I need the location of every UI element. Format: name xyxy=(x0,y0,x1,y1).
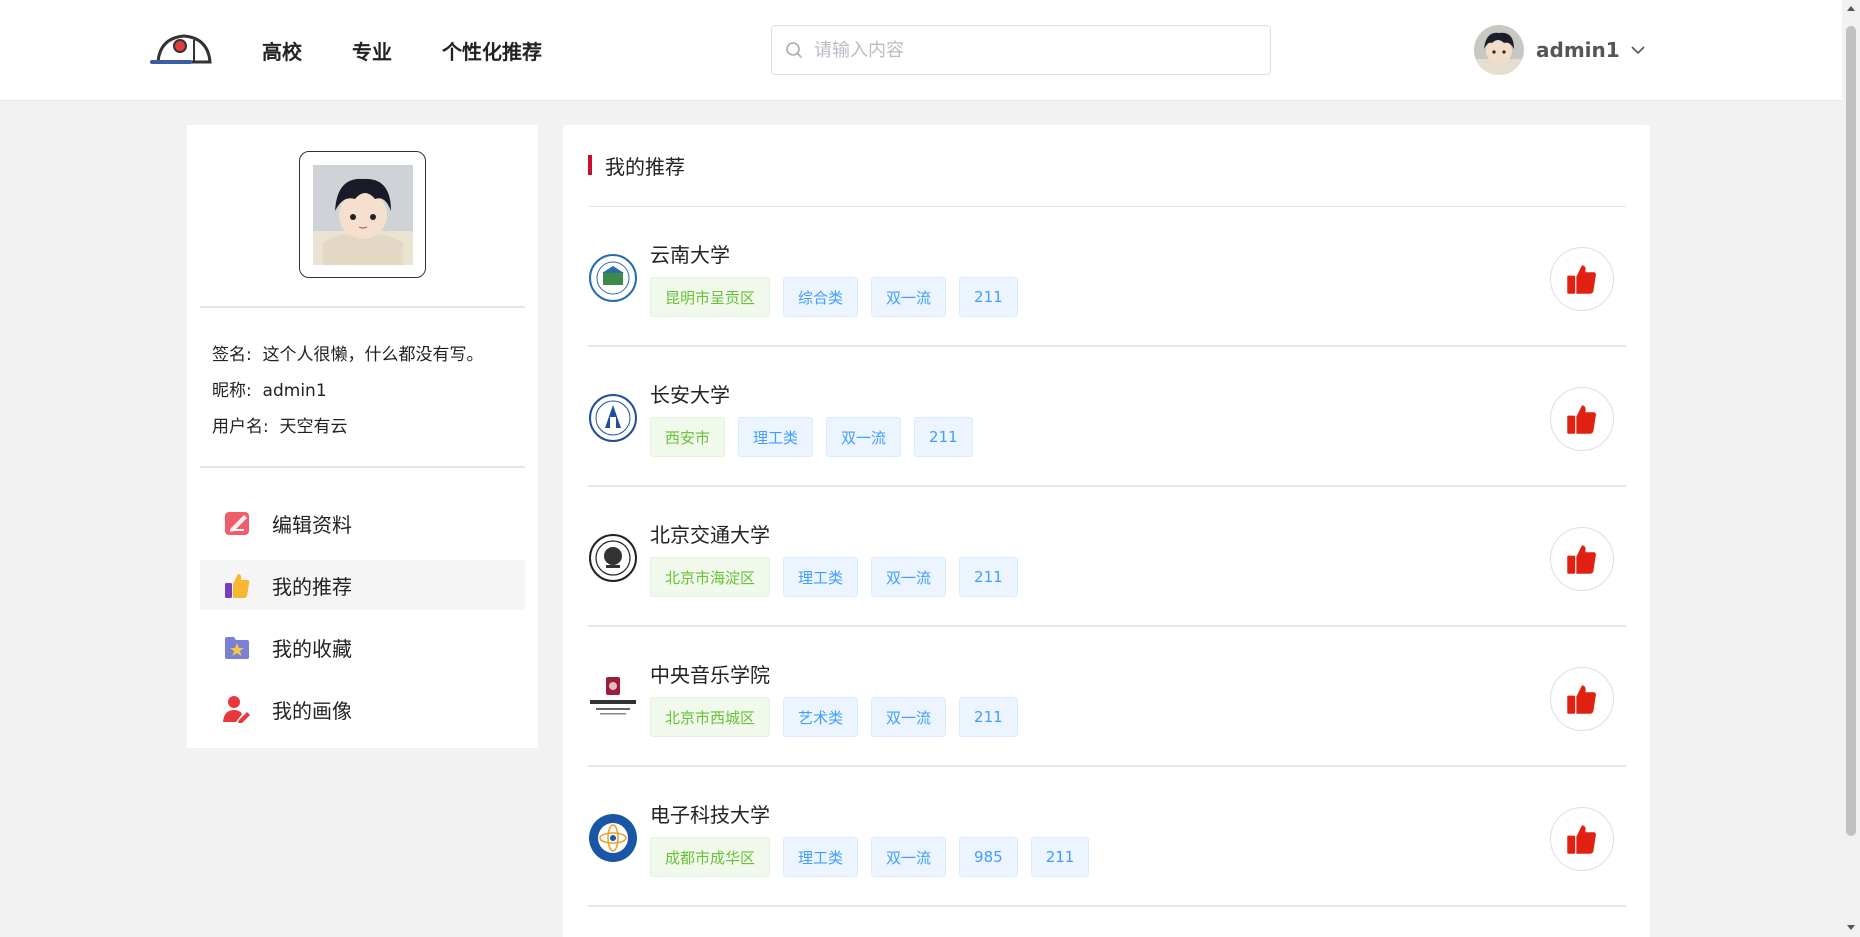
thumbs-up-icon xyxy=(1567,685,1596,714)
tag-list: 北京市海淀区 理工类 双一流 211 xyxy=(650,557,1018,597)
like-button[interactable] xyxy=(1550,387,1614,451)
type-tag: 理工类 xyxy=(738,417,814,457)
list-item[interactable]: 北京交通大学 北京市海淀区 理工类 双一流 211 xyxy=(588,487,1626,627)
divider xyxy=(200,466,525,468)
university-name[interactable]: 中央音乐学院 xyxy=(650,659,770,688)
university-name[interactable]: 云南大学 xyxy=(650,239,730,268)
top-header: 高校 专业 个性化推荐 admin1 xyxy=(0,0,1842,101)
menu-edit-profile[interactable]: 编辑资料 xyxy=(200,498,525,548)
level-tag: 211 xyxy=(959,277,1018,317)
location-tag: 昆明市呈贡区 xyxy=(650,277,771,317)
menu-label: 我的推荐 xyxy=(272,574,352,599)
university-name[interactable]: 北京交通大学 xyxy=(650,519,770,548)
like-button[interactable] xyxy=(1550,527,1614,591)
list-item[interactable]: 云南大学 昆明市呈贡区 综合类 双一流 211 xyxy=(588,207,1626,347)
university-logo-icon xyxy=(589,254,637,302)
type-tag: 理工类 xyxy=(783,557,859,597)
tag-list: 北京市西城区 艺术类 双一流 211 xyxy=(650,697,1018,737)
nickname-value: admin1 xyxy=(262,381,327,401)
level-tag: 双一流 xyxy=(871,557,947,597)
user-menu[interactable]: admin1 xyxy=(1474,25,1646,75)
university-name[interactable]: 电子科技大学 xyxy=(650,799,770,828)
username-value: 天空有云 xyxy=(279,417,348,437)
level-tag: 双一流 xyxy=(826,417,902,457)
username-label: 用户名: xyxy=(212,417,269,437)
level-tag: 双一流 xyxy=(871,277,947,317)
signature-value: 这个人很懒，什么都没有写。 xyxy=(262,345,484,365)
level-tag: 211 xyxy=(1030,837,1090,877)
tag-list: 西安市 理工类 双一流 211 xyxy=(650,417,973,457)
location-tag: 西安市 xyxy=(650,417,726,457)
nav-personal-recommend[interactable]: 个性化推荐 xyxy=(442,36,542,65)
page-scrollbar[interactable] xyxy=(1842,0,1860,937)
tag-list: 昆明市呈贡区 综合类 双一流 211 xyxy=(650,277,1018,317)
list-item[interactable]: 电子科技大学 成都市成华区 理工类 双一流 985 211 xyxy=(588,767,1626,907)
search-input[interactable] xyxy=(814,39,1254,61)
university-logo-icon xyxy=(590,677,636,715)
recommend-panel: 我的推荐 云南大学 昆明市呈贡区 综合类 双一流 211 长安大学 西安市 理工… xyxy=(563,125,1650,937)
main-nav: 高校 专业 个性化推荐 xyxy=(262,0,542,101)
menu-my-favorites[interactable]: 我的收藏 xyxy=(200,622,525,672)
menu-label: 编辑资料 xyxy=(272,512,352,537)
thumbs-up-icon xyxy=(1567,405,1596,434)
thumbs-up-icon xyxy=(1567,825,1596,854)
nickname-label: 昵称: xyxy=(212,381,252,401)
logo-cap-icon[interactable] xyxy=(150,28,214,68)
signature-label: 签名: xyxy=(212,345,252,365)
like-button[interactable] xyxy=(1550,807,1614,871)
search-box[interactable] xyxy=(771,25,1271,75)
type-tag: 综合类 xyxy=(783,277,859,317)
favorite-folder-icon xyxy=(225,637,249,659)
menu-my-recommend[interactable]: 我的推荐 xyxy=(200,560,525,610)
tag-list: 成都市成华区 理工类 双一流 985 211 xyxy=(650,837,1090,877)
menu-label: 我的画像 xyxy=(272,698,352,723)
profile-avatar[interactable] xyxy=(299,151,426,278)
edit-icon xyxy=(225,512,249,535)
user-profile-icon xyxy=(223,696,250,723)
menu-label: 我的收藏 xyxy=(272,636,352,661)
profile-sidebar: 签名: 这个人很懒，什么都没有写。 昵称: admin1 用户名: 天空有云 编… xyxy=(187,125,538,748)
type-tag: 艺术类 xyxy=(783,697,859,737)
menu-my-portrait[interactable]: 我的画像 xyxy=(200,684,525,734)
like-button[interactable] xyxy=(1550,247,1614,311)
level-tag: 211 xyxy=(959,697,1018,737)
level-tag: 985 xyxy=(959,837,1018,877)
location-tag: 北京市海淀区 xyxy=(650,557,771,597)
level-tag: 双一流 xyxy=(871,697,947,737)
username-line: 用户名: 天空有云 xyxy=(212,412,348,437)
recommend-list: 云南大学 昆明市呈贡区 综合类 双一流 211 长安大学 西安市 理工类 双一流… xyxy=(588,207,1626,907)
avatar[interactable] xyxy=(1474,25,1524,75)
search-icon xyxy=(786,42,802,58)
university-logo-icon xyxy=(589,814,637,862)
thumbs-up-icon xyxy=(225,574,250,598)
level-tag: 211 xyxy=(959,557,1018,597)
scrollbar-thumb[interactable] xyxy=(1846,26,1856,836)
university-logo-icon xyxy=(589,534,637,582)
list-item[interactable]: 中央音乐学院 北京市西城区 艺术类 双一流 211 xyxy=(588,627,1626,767)
scroll-up-arrow-icon[interactable] xyxy=(1846,4,1856,14)
profile-menu: 编辑资料 我的推荐 我的收藏 我的画像 xyxy=(200,498,525,746)
section-title: 我的推荐 xyxy=(588,153,685,179)
scroll-down-arrow-icon[interactable] xyxy=(1846,922,1856,932)
thumbs-up-icon xyxy=(1567,545,1596,574)
user-name: admin1 xyxy=(1536,38,1620,62)
nav-universities[interactable]: 高校 xyxy=(262,36,302,65)
level-tag: 211 xyxy=(914,417,973,457)
location-tag: 成都市成华区 xyxy=(650,837,771,877)
university-name[interactable]: 长安大学 xyxy=(650,379,730,408)
section-title-text: 我的推荐 xyxy=(605,154,685,179)
level-tag: 双一流 xyxy=(871,837,947,877)
university-logo-icon xyxy=(589,394,637,442)
nickname-line: 昵称: admin1 xyxy=(212,376,327,401)
thumbs-up-icon xyxy=(1567,265,1596,294)
list-item[interactable]: 长安大学 西安市 理工类 双一流 211 xyxy=(588,347,1626,487)
chevron-down-icon[interactable] xyxy=(1630,42,1646,58)
type-tag: 理工类 xyxy=(783,837,859,877)
divider xyxy=(200,306,525,308)
title-accent-bar xyxy=(588,155,592,175)
like-button[interactable] xyxy=(1550,667,1614,731)
nav-majors[interactable]: 专业 xyxy=(352,36,392,65)
signature-line: 签名: 这个人很懒，什么都没有写。 xyxy=(212,340,484,365)
location-tag: 北京市西城区 xyxy=(650,697,771,737)
